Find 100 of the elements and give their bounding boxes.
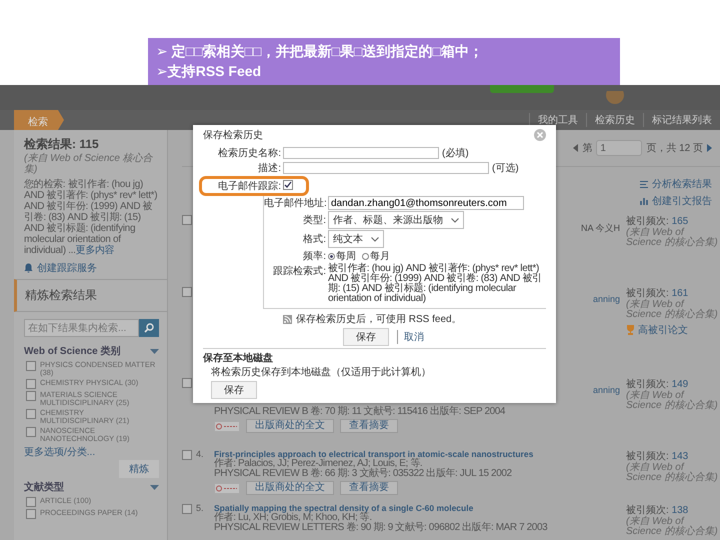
field-label: 电子邮件地址: bbox=[264, 196, 326, 210]
citation-count: 被引频次: 149 bbox=[626, 378, 690, 390]
source-line: PHYSICAL REVIEW B 卷: 70 期: 11 文献号: 115416 出版年: SEP 2004 bbox=[214, 407, 506, 417]
citation-count: 被引频次: 165 bbox=[626, 214, 690, 227]
article-title-link[interactable]: anning bbox=[592, 294, 620, 304]
field-label: 格式: bbox=[302, 232, 326, 246]
alert-query-text: 被引作者: (hou jg) AND 被引著作: (phys* rev* lett*) AND 被引年份: (1999) AND 被引卷: (83) AND 被引期: (15) AND 被引标题: (identifying molecular orientation of individual) bbox=[328, 264, 543, 304]
citation-note: (来自 Web of Science 的核心合集) bbox=[626, 517, 719, 537]
email-field[interactable]: dandan.zhang01@thomsonreuters.com bbox=[328, 196, 524, 210]
query-text: 您的检索: 被引作者: (hou jg) AND 被引著作: (phys* rev* lett*) AND 被引年份: (1999) AND 被引卷: (83) AND 被引期: (15) AND 被引标题: (identifying molecular orientation of individual) ...更多内容 bbox=[24, 179, 158, 256]
search-tab[interactable]: 检索 bbox=[14, 110, 64, 130]
citation-note: (来自 Web of Science 的核心合集) bbox=[626, 463, 719, 483]
alert-link[interactable]: 创建跟踪服务 bbox=[37, 261, 97, 275]
radio-option[interactable]: 每月 bbox=[362, 249, 390, 263]
bar-chart-icon bbox=[640, 197, 648, 205]
chevron-icon bbox=[371, 236, 379, 242]
article-title-link[interactable]: Spatially mapping the spectral density of a single C-60 molecule bbox=[214, 503, 620, 513]
source-line: PHYSICAL REVIEW B 卷: 66 期: 3 文献号: 035322 出版年: JUL 15 2002 bbox=[214, 469, 513, 479]
article-title-link[interactable]: First-principles approach to electrical transport in atomic-scale nanostructures bbox=[214, 449, 620, 459]
section-title: 保存至本地磁盘 bbox=[203, 352, 274, 365]
checkbox[interactable] bbox=[26, 409, 36, 419]
radio-button[interactable] bbox=[362, 253, 369, 260]
dropdown[interactable]: 作者、标题、来源出版物 bbox=[328, 211, 464, 229]
citation-count: 被引频次: 138 bbox=[626, 504, 690, 516]
source-line: PHYSICAL REVIEW LETTERS 卷: 90 期: 9 文献号: 096802 出版年: MAR 7 2003 bbox=[214, 523, 548, 533]
field-label: 跟踪检索式: bbox=[272, 264, 326, 278]
field-label: 类型: bbox=[302, 214, 326, 227]
field-label: 频率: bbox=[302, 250, 326, 263]
refine-button[interactable]: 精炼 bbox=[119, 460, 159, 478]
checkbox[interactable] bbox=[26, 497, 36, 507]
dropdown[interactable]: 纯文本 bbox=[328, 230, 384, 248]
article-title-link[interactable]: anning bbox=[592, 385, 620, 395]
checkbox[interactable] bbox=[182, 378, 192, 388]
cancel-link[interactable]: 取消 bbox=[397, 330, 424, 344]
result-number: 4. bbox=[196, 449, 205, 459]
bell-icon bbox=[24, 263, 33, 273]
nav-link[interactable]: 检索历史 bbox=[586, 113, 643, 127]
sfx-icon[interactable] bbox=[214, 482, 240, 494]
refine-heading: 精炼检索结果 bbox=[14, 279, 167, 312]
tool-link[interactable]: 分析检索结果 bbox=[652, 177, 712, 191]
checkbox[interactable] bbox=[26, 361, 36, 371]
search-icon bbox=[144, 323, 154, 333]
list-icon bbox=[640, 180, 648, 188]
filter-heading: 文献类型 bbox=[24, 480, 64, 494]
link-button[interactable]: 查看摘要 bbox=[340, 419, 398, 433]
checkbox[interactable] bbox=[26, 391, 36, 401]
previous-page-icon[interactable] bbox=[573, 144, 578, 152]
checkbox[interactable] bbox=[182, 287, 192, 297]
citation-note: (来自 Web of Science 的核心合集) bbox=[626, 300, 719, 320]
checkbox[interactable] bbox=[26, 427, 36, 437]
rss-icon bbox=[283, 314, 292, 324]
result-count: 检索结果: 115 bbox=[24, 136, 100, 152]
text-field[interactable] bbox=[283, 162, 489, 174]
field-label: 检索历史名称: bbox=[217, 146, 281, 160]
checkbox[interactable] bbox=[182, 215, 192, 225]
citation-note: (来自 Web of Science 的核心合集) bbox=[626, 228, 719, 248]
save-button[interactable]: 保存 bbox=[211, 381, 257, 399]
save-button[interactable]: 保存 bbox=[343, 328, 389, 346]
radio-button[interactable] bbox=[328, 253, 335, 260]
field-label: 描述: bbox=[257, 162, 281, 175]
checkbox[interactable] bbox=[26, 379, 36, 389]
logo-icon bbox=[604, 90, 626, 104]
citation-note: (来自 Web of Science 的核心合集) bbox=[626, 391, 719, 411]
chevron-icon bbox=[451, 218, 459, 222]
link-button[interactable]: 出版商处的全文 bbox=[246, 481, 334, 495]
field-hint: (可选) bbox=[492, 162, 519, 175]
nav-link[interactable]: 标记结果列表 bbox=[643, 113, 720, 127]
trophy-icon bbox=[626, 325, 635, 335]
award-link[interactable]: 高被引论文 bbox=[638, 323, 688, 337]
more-options-link[interactable]: 更多选项/分类... bbox=[14, 444, 167, 460]
citation-count: 被引频次: 143 bbox=[626, 450, 690, 462]
field-hint: (必填) bbox=[442, 146, 469, 160]
checkbox[interactable] bbox=[26, 509, 36, 519]
page-number-field[interactable]: 1 bbox=[596, 140, 642, 156]
tool-link[interactable]: 创建引文报告 bbox=[652, 194, 712, 208]
checkbox[interactable] bbox=[182, 504, 192, 514]
refine-search-field[interactable]: 在如下结果集内检索... bbox=[24, 319, 139, 337]
result-number: 5. bbox=[196, 503, 205, 513]
caret-icon[interactable] bbox=[150, 484, 159, 490]
link-button[interactable]: 出版商处的全文 bbox=[246, 419, 334, 433]
search-button[interactable] bbox=[139, 319, 159, 337]
filter-heading: Web of Science 类别 bbox=[24, 344, 121, 358]
checkbox[interactable] bbox=[283, 180, 293, 190]
rss-note: 保存检索历史后，可使用 RSS feed。 bbox=[296, 312, 462, 326]
close-icon[interactable] bbox=[534, 129, 546, 141]
author-line: 作者: Lu, XH; Grobis, M; Khoo, KH; 等. bbox=[214, 513, 373, 523]
field-label: 电子邮件跟踪: bbox=[217, 180, 281, 193]
banner-text: ➢ 定□□索相关□□，并把最新□果□送到指定的□箱中； bbox=[156, 42, 484, 61]
page-count: 页，共 12 页 bbox=[646, 142, 703, 155]
page-label: 第 bbox=[582, 142, 592, 155]
citation-count: 被引频次: 161 bbox=[626, 286, 690, 299]
caret-icon[interactable] bbox=[150, 348, 159, 354]
checkbox[interactable] bbox=[182, 450, 192, 460]
author-line: 作者: Palacios, JJ; Perez-Jimenez, AJ; Louis, E; 等. bbox=[214, 459, 424, 469]
more-link[interactable]: 更多内容 bbox=[76, 245, 114, 256]
sfx-icon[interactable] bbox=[214, 420, 240, 432]
next-page-icon[interactable] bbox=[707, 144, 712, 152]
link-button[interactable]: 查看摘要 bbox=[340, 481, 398, 495]
radio-option[interactable]: 每周 bbox=[328, 249, 356, 263]
text-field[interactable] bbox=[283, 147, 439, 159]
